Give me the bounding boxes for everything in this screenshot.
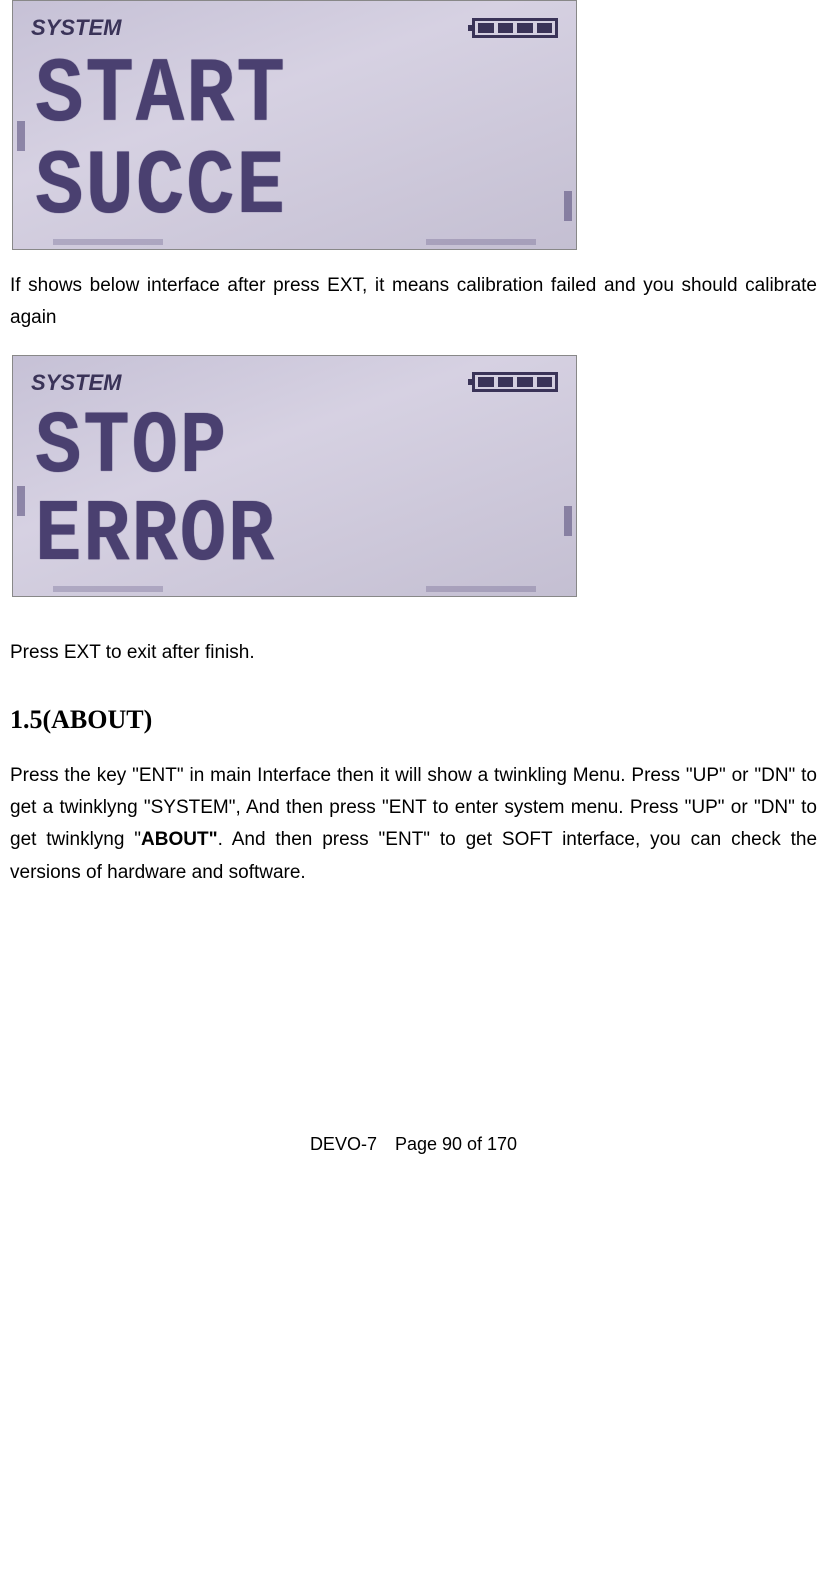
lcd-line2: ERROR	[35, 495, 276, 579]
lcd-header-label: SYSTEM	[31, 9, 121, 46]
lcd-screenshot-error: SYSTEM STOP ERROR	[12, 355, 577, 598]
paragraph-about-bold: ABOUT"	[141, 829, 218, 850]
page-footer: DEVO-7 Page 90 of 170	[10, 1129, 817, 1160]
paragraph-calibration-failed: If shows below interface after press EXT…	[10, 270, 817, 335]
lcd-line1: STOP	[35, 407, 228, 491]
lcd-screenshot-success: SYSTEM START SUCCE	[12, 0, 577, 250]
paragraph-press-ext: Press EXT to exit after finish.	[10, 637, 817, 669]
battery-icon	[472, 18, 558, 38]
paragraph-about: Press the key "ENT" in main Interface th…	[10, 760, 817, 889]
battery-icon	[472, 372, 558, 392]
lcd-header-label: SYSTEM	[31, 364, 121, 401]
lcd-line2: SUCCE	[35, 144, 287, 231]
lcd-line1: START	[35, 52, 287, 139]
section-heading-about: 1.5(ABOUT)	[10, 698, 817, 742]
